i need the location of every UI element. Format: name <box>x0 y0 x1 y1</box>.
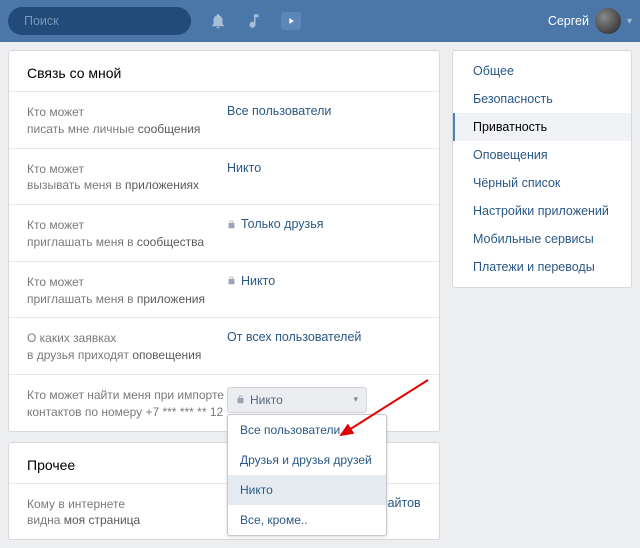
top-header: Сергей ▾ <box>0 0 640 42</box>
header-icons <box>209 12 301 30</box>
lock-icon <box>227 275 236 286</box>
dropdown-selected: Никто <box>250 393 283 407</box>
row-label: Кто можетвызывать меня в приложениях <box>27 161 227 195</box>
row-value[interactable]: Только друзья <box>227 217 421 231</box>
dropdown-option[interactable]: Все пользователи <box>228 415 386 445</box>
lock-icon <box>236 394 245 405</box>
sidebar-item-general[interactable]: Общее <box>453 57 631 85</box>
dropdown-option[interactable]: Друзья и друзья друзей <box>228 445 386 475</box>
row-messages: Кто можетписать мне личные сообщения Все… <box>9 91 439 148</box>
lock-icon <box>227 219 236 230</box>
dropdown-option[interactable]: Все, кроме.. <box>228 505 386 535</box>
dropdown-menu: Все пользователи Друзья и друзья друзей … <box>227 414 387 536</box>
search-input[interactable] <box>24 14 185 28</box>
dropdown: Никто ▾ Все пользователи Друзья и друзья… <box>227 387 421 413</box>
row-value[interactable]: От всех пользователей <box>227 330 421 344</box>
sidebar-item-mobile[interactable]: Мобильные сервисы <box>453 225 631 253</box>
bell-icon[interactable] <box>209 12 227 30</box>
sidebar-item-privacy[interactable]: Приватность <box>453 113 631 141</box>
row-import: Кто может найти меня при импортеконтакто… <box>9 374 439 431</box>
settings-sidebar: Общее Безопасность Приватность Оповещени… <box>452 50 632 288</box>
row-invite-apps: Кто можетприглашать меня в приложения Ни… <box>9 261 439 318</box>
sidebar-item-security[interactable]: Безопасность <box>453 85 631 113</box>
row-label: О каких заявкахв друзья приходят оповеще… <box>27 330 227 364</box>
dropdown-option[interactable]: Никто <box>228 475 386 505</box>
username: Сергей <box>548 14 589 28</box>
row-value[interactable]: Никто <box>227 274 421 288</box>
sidebar-item-blacklist[interactable]: Чёрный список <box>453 169 631 197</box>
chevron-down-icon: ▾ <box>627 16 632 27</box>
sidebar-item-payments[interactable]: Платежи и переводы <box>453 253 631 281</box>
search-box[interactable] <box>8 7 191 35</box>
row-value[interactable]: Все пользователи <box>227 104 421 118</box>
music-icon[interactable] <box>245 12 263 30</box>
row-friend-requests: О каких заявкахв друзья приходят оповеще… <box>9 317 439 374</box>
row-label: Кто можетприглашать меня в приложения <box>27 274 227 308</box>
sidebar-item-notifications[interactable]: Оповещения <box>453 141 631 169</box>
user-menu[interactable]: Сергей ▾ <box>548 8 632 34</box>
row-apps-call: Кто можетвызывать меня в приложениях Ник… <box>9 148 439 205</box>
caret-down-icon: ▾ <box>353 394 358 405</box>
contact-card: Связь со мной Кто можетписать мне личные… <box>8 50 440 432</box>
row-value[interactable]: Никто <box>227 161 421 175</box>
row-label: Кто можетприглашать меня в сообщества <box>27 217 227 251</box>
row-label: Кто можетписать мне личные сообщения <box>27 104 227 138</box>
section-title: Связь со мной <box>9 51 439 91</box>
play-icon[interactable] <box>281 12 301 30</box>
sidebar-item-app-settings[interactable]: Настройки приложений <box>453 197 631 225</box>
row-label: Кто может найти меня при импортеконтакто… <box>27 387 227 421</box>
row-invite-comm: Кто можетприглашать меня в сообщества То… <box>9 204 439 261</box>
avatar <box>595 8 621 34</box>
dropdown-button[interactable]: Никто ▾ <box>227 387 367 413</box>
